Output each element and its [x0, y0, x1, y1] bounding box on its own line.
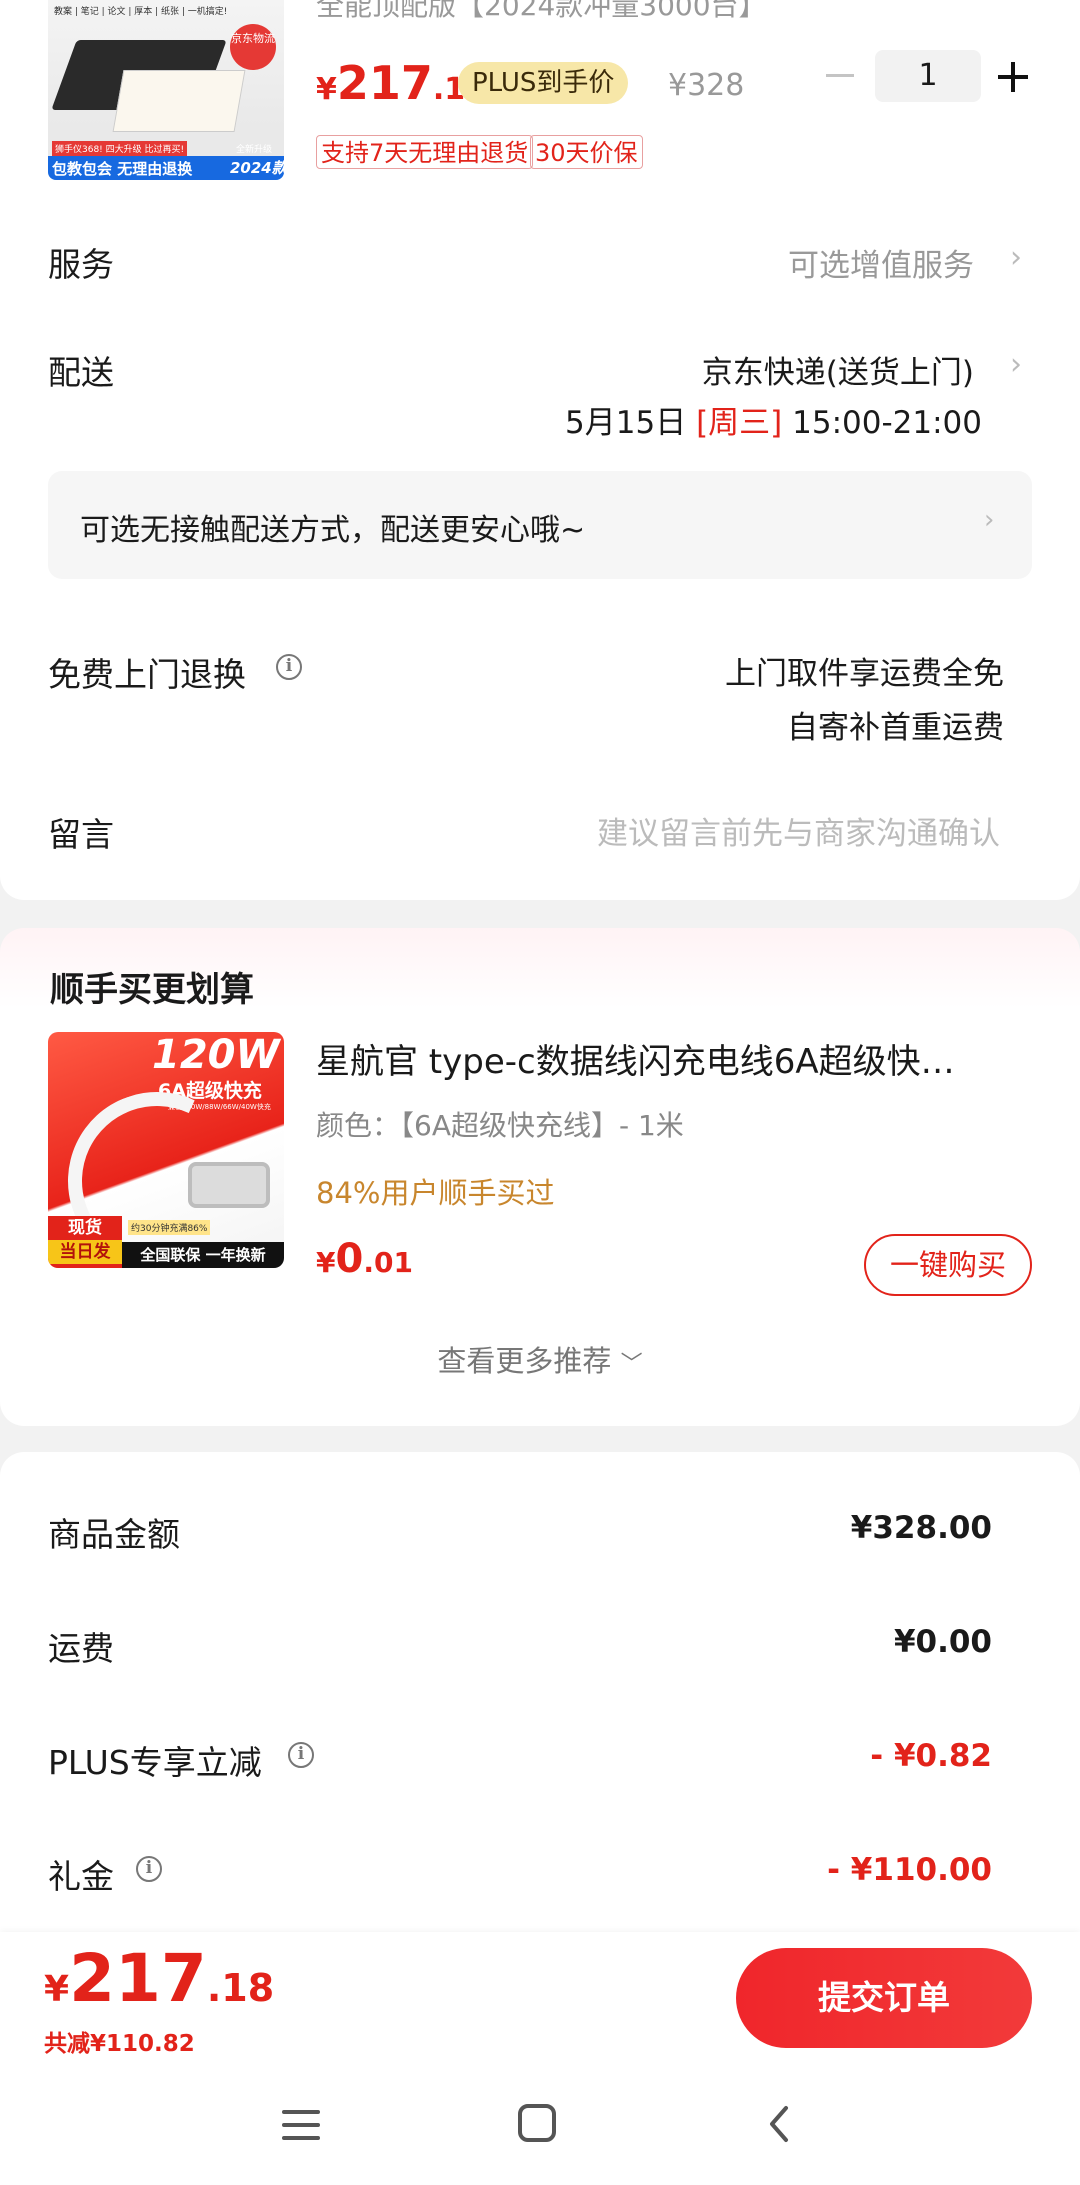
- contactless-text: 可选无接触配送方式，配送更安心哦~: [80, 513, 586, 548]
- free-return-line2: 自寄补首重运费: [787, 710, 1004, 746]
- product-image-bottom-left: 狮手仪368! 四大升级 比过再买!: [52, 141, 188, 156]
- upsell-title[interactable]: 星航官 type-c数据线闪充电线6A超级快…: [316, 1034, 955, 1083]
- total-int: 217: [69, 1940, 207, 2017]
- free-return-line1: 上门取件享运费全免: [725, 656, 1004, 692]
- price-protect-tag: 30天价保: [530, 135, 643, 169]
- menu-icon[interactable]: [282, 2108, 320, 2142]
- delivery-weekday: [周三]: [696, 405, 783, 441]
- plus-discount-label: PLUS专享立减: [48, 1743, 262, 1782]
- message-label: 留言: [48, 815, 114, 854]
- goods-amount-label: 商品金额: [48, 1515, 180, 1554]
- delivery-value[interactable]: 京东快递(送货上门): [702, 347, 974, 392]
- chevron-right-icon: ›: [984, 505, 995, 535]
- system-nav-bar: [0, 2072, 1080, 2185]
- goods-amount-value: ¥328.00: [850, 1510, 992, 1546]
- free-return-label: 免费上门退换: [48, 655, 246, 694]
- gift-money-label: 礼金: [48, 1857, 114, 1896]
- plus-icon[interactable]: [998, 62, 1028, 92]
- product-image-corner-year: 2024款: [230, 159, 284, 177]
- gift-money-value: - ¥110.00: [827, 1852, 992, 1888]
- logistics-badge: 京东物流: [230, 24, 276, 70]
- upsell-price-dec: .01: [363, 1246, 413, 1279]
- product-title[interactable]: 全能顶配版【2024款冲量3000台】: [316, 0, 767, 24]
- upsell-stock2: 当日发: [48, 1240, 122, 1264]
- submit-order-button[interactable]: 提交订单: [736, 1948, 1032, 2048]
- upsell-social-proof: 84%用户顺手买过: [316, 1176, 555, 1210]
- total-currency: ¥: [44, 1969, 70, 2010]
- upsell-price-currency: ¥: [316, 1246, 336, 1279]
- delivery-slot: 15:00-21:00: [792, 405, 982, 441]
- original-price: ¥328: [668, 68, 745, 103]
- total-saved: 共减¥110.82: [44, 2031, 195, 2057]
- upsell-price-int: 0: [335, 1236, 364, 1282]
- paper-illustration: [112, 70, 246, 132]
- menu-line-2: [282, 2123, 320, 2127]
- see-more-recommendations[interactable]: 查看更多推荐 ﹀: [0, 1338, 1080, 1380]
- total-price: ¥217.18: [44, 1940, 274, 2017]
- upsell-image-bottom: 全国联保 一年换新: [122, 1242, 284, 1268]
- checkout-bar: ¥217.18 共减¥110.82 提交订单: [0, 1932, 1080, 2072]
- plus-price-badge: PLUS到手价: [458, 62, 629, 104]
- quantity-value: 1: [918, 58, 938, 93]
- product-image-bottom-main: 包教包会 无理由退换: [52, 160, 193, 178]
- product-image-top-strip: 教案 | 笔记 | 论文 | 厚本 | 纸张 | 一机搞定!: [54, 7, 228, 17]
- see-more-label: 查看更多推荐: [437, 1344, 612, 1378]
- product-image-corner-top: 全新升级: [236, 145, 273, 155]
- contactless-delivery-box[interactable]: 可选无接触配送方式，配送更安心哦~ ›: [48, 471, 1032, 579]
- upsell-stock-badge: 现货 当日发: [48, 1216, 122, 1268]
- chevron-down-icon: ﹀: [620, 1352, 643, 1377]
- plus-discount-value: - ¥0.82: [870, 1738, 992, 1774]
- service-label: 服务: [48, 245, 114, 284]
- delivery-time: 5月15日 [周三] 15:00-21:00: [565, 397, 982, 442]
- upsell-spec: 颜色：【6A超级快充线】- 1米: [316, 1109, 684, 1142]
- upsell-stock1: 现货: [68, 1218, 102, 1238]
- return-policy-tag: 支持7天无理由退货: [316, 135, 534, 169]
- upsell-image-tip: 约30分钟充满86%: [128, 1220, 211, 1235]
- info-icon[interactable]: i: [136, 1856, 162, 1882]
- upsell-price: ¥0.01: [316, 1236, 413, 1282]
- back-icon-svg: [770, 2106, 788, 2142]
- price-summary-card: 商品金额 ¥328.00 运费 ¥0.00 PLUS专享立减 i - ¥0.82…: [0, 1452, 1080, 1942]
- product-price-currency: ¥: [316, 72, 337, 107]
- menu-line-1: [282, 2110, 320, 2114]
- upsell-image-watts: 120W: [152, 1032, 280, 1078]
- total-dec: .18: [206, 1966, 275, 2010]
- product-price-int: 217: [336, 56, 433, 110]
- shipping-label: 运费: [48, 1629, 114, 1668]
- info-icon[interactable]: i: [288, 1742, 314, 1768]
- product-image[interactable]: 教案 | 笔记 | 论文 | 厚本 | 纸张 | 一机搞定! 京东物流 狮手仪3…: [48, 0, 284, 180]
- logistics-badge-text: 京东物流: [231, 32, 275, 45]
- shipping-value: ¥0.00: [893, 1624, 992, 1660]
- delivery-date: 5月15日: [565, 405, 687, 441]
- upsell-product-image[interactable]: 120W 6A超级快充 兼容100W/88W/66W/40W快充 现货 当日发 …: [48, 1032, 284, 1268]
- one-click-buy-button[interactable]: 一键购买: [864, 1234, 1032, 1296]
- quantity-input[interactable]: 1: [875, 50, 981, 102]
- service-value[interactable]: 可选增值服务: [788, 240, 974, 285]
- connector-illustration: [188, 1162, 270, 1208]
- minus-icon[interactable]: [826, 74, 854, 77]
- back-icon[interactable]: [760, 2104, 800, 2144]
- menu-line-3: [282, 2136, 320, 2140]
- chevron-right-icon[interactable]: ›: [1010, 347, 1022, 382]
- chevron-right-icon[interactable]: ›: [1010, 240, 1022, 275]
- home-icon[interactable]: [518, 2104, 556, 2142]
- delivery-label: 配送: [48, 353, 114, 392]
- upsell-card: 顺手买更划算 120W 6A超级快充 兼容100W/88W/66W/40W快充 …: [0, 928, 1080, 1426]
- info-icon[interactable]: i: [276, 654, 302, 680]
- upsell-heading: 顺手买更划算: [50, 970, 254, 1010]
- plus-icon-v: [1011, 62, 1015, 92]
- order-info-card: 教案 | 笔记 | 论文 | 厚本 | 纸张 | 一机搞定! 京东物流 狮手仪3…: [0, 0, 1080, 900]
- message-input[interactable]: 建议留言前先与商家沟通确认: [597, 808, 1000, 853]
